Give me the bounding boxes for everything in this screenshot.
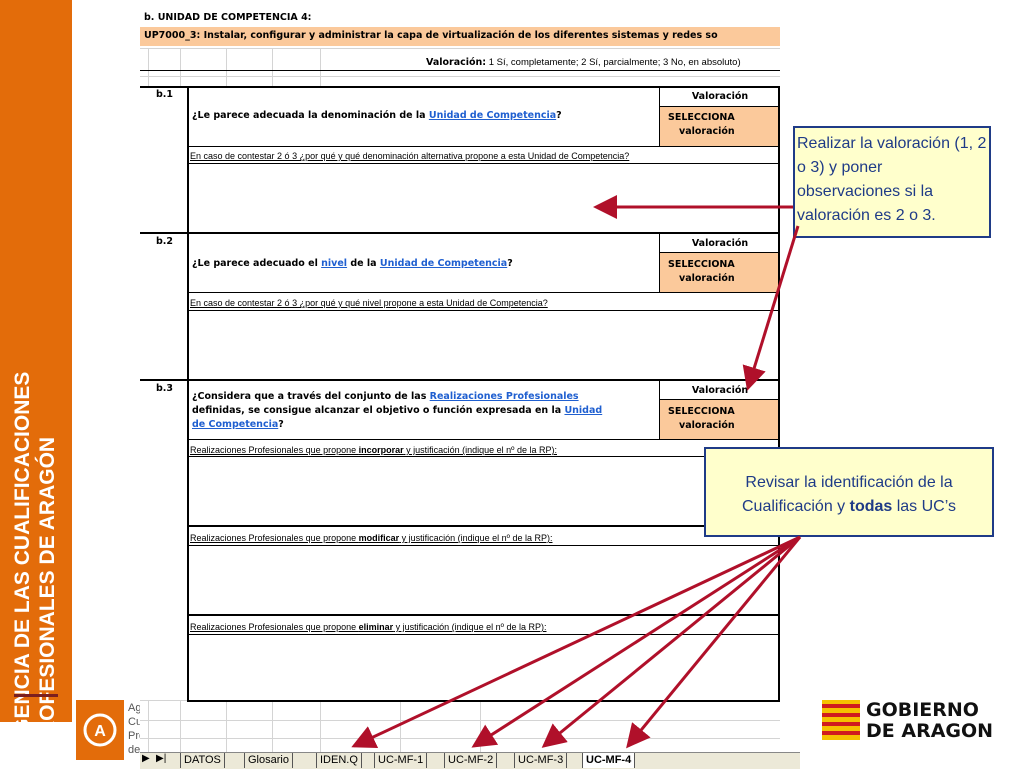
gobierno-line2: DE ARAGON [866, 720, 994, 742]
gobierno-line1: GOBIERNO [866, 699, 979, 721]
aragon-flag-icon [822, 700, 860, 740]
gobierno-aragon-logo: GOBIERNO DE ARAGON [866, 700, 993, 742]
callout-arrows [351, 195, 802, 749]
arrow-to-tab-uc-mf-2 [471, 535, 801, 748]
arrow-to-tab-uc-mf-3 [541, 535, 801, 748]
arrow-to-tab-iden-q [351, 535, 801, 748]
arrow-to-valoracion-b3 [742, 225, 800, 391]
arrow-to-tab-uc-mf-4 [626, 536, 802, 749]
